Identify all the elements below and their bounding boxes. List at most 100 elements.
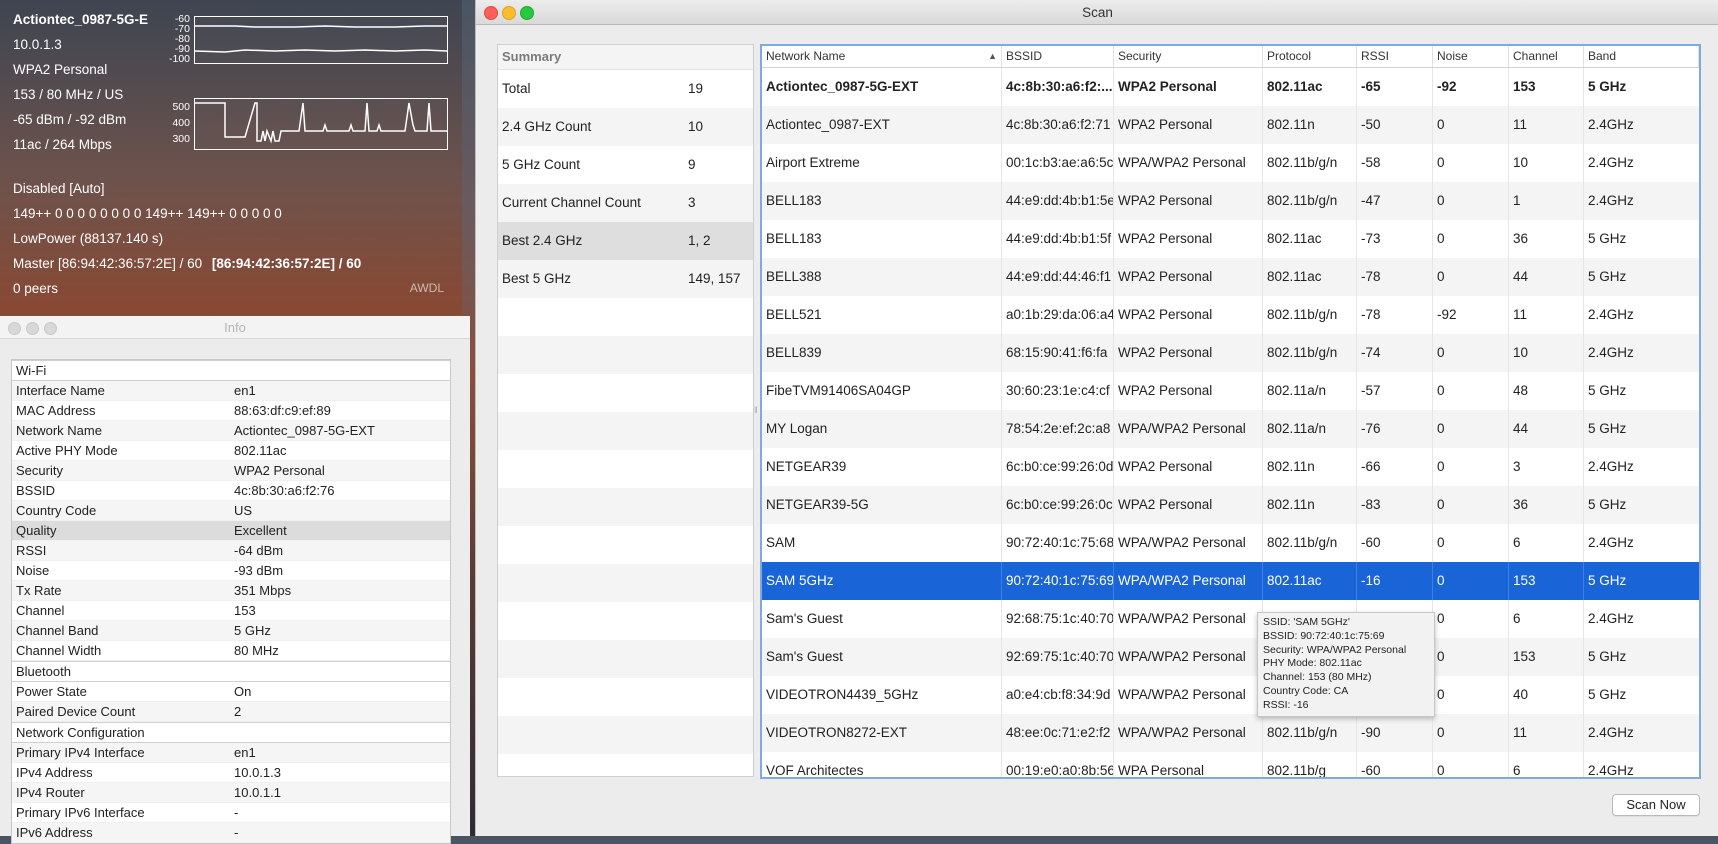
summary-row[interactable]: 5 GHz Count 9 (498, 146, 753, 184)
column-header-protocol[interactable]: Protocol (1263, 46, 1357, 67)
cell-security: WPA/WPA2 Personal (1114, 144, 1263, 182)
column-header-band[interactable]: Band (1584, 46, 1699, 67)
column-header-rssi[interactable]: RSSI (1357, 46, 1433, 67)
column-header-security[interactable]: Security (1114, 46, 1263, 67)
cell-channel: 40 (1509, 676, 1584, 714)
network-row[interactable]: BELL521 a0:1b:29:da:06:a4 WPA2 Personal 802… (762, 296, 1699, 334)
cell-noise: 0 (1433, 144, 1509, 182)
info-row[interactable]: Network Name Actiontec_0987-5G-EXT (12, 421, 450, 441)
info-row[interactable]: BSSID 4c:8b:30:a6:f2:76 (12, 481, 450, 501)
cell-network-name: Sam's Guest (762, 638, 1002, 676)
info-row[interactable]: MAC Address 88:63:df:c9:ef:89 (12, 401, 450, 421)
info-group-header[interactable]: Network Configuration (12, 722, 450, 743)
column-header-noise[interactable]: Noise (1433, 46, 1509, 67)
info-key: RSSI (16, 543, 47, 558)
cell-network-name: Actiontec_0987-EXT (762, 106, 1002, 144)
cell-protocol: 802.11ac (1263, 220, 1357, 258)
cell-noise: -92 (1433, 296, 1509, 334)
network-row[interactable]: BELL839 68:15:90:41:f6:fa WPA2 Personal 802… (762, 334, 1699, 372)
summary-empty-row (498, 564, 753, 602)
info-row[interactable]: Security WPA2 Personal (12, 461, 450, 481)
network-row[interactable]: BELL183 44:e9:dd:4b:b1:5f WPA2 Personal 802… (762, 220, 1699, 258)
network-row[interactable]: BELL183 44:e9:dd:4b:b1:5e WPA2 Personal 802… (762, 182, 1699, 220)
summary-value: 19 (688, 81, 704, 96)
network-row[interactable]: VOF Architectes 00:19:e0:a0:8b:56 WPA Pers… (762, 752, 1699, 777)
info-group-header[interactable]: Bluetooth (12, 661, 450, 682)
scan-now-button[interactable]: Scan Now (1612, 794, 1700, 816)
network-row[interactable]: MY Logan 78:54:2e:ef:2c:a8 WPA/WPA2 Person… (762, 410, 1699, 448)
network-row[interactable]: Sam's Guest 92:68:75:1c:40:70 WPA/WPA2 Per… (762, 600, 1699, 638)
column-header-label: Band (1588, 49, 1617, 63)
info-row[interactable]: IPv4 Address 10.0.1.3 (12, 763, 450, 783)
cell-bssid: 00:19:e0:a0:8b:56 (1002, 752, 1114, 777)
summary-table[interactable]: Summary Total 19 2.4 GHz Count 10 5 GHz Coun… (497, 44, 754, 777)
summary-row[interactable]: 2.4 GHz Count 10 (498, 108, 753, 146)
summary-row[interactable]: Current Channel Count 3 (498, 184, 753, 222)
summary-row[interactable]: Best 5 GHz 149, 157 (498, 260, 753, 298)
info-row[interactable]: IPv4 Router 10.0.1.1 (12, 783, 450, 803)
info-row[interactable]: Country Code US (12, 501, 450, 521)
info-group-header[interactable]: Wi-Fi (12, 360, 450, 381)
info-row[interactable]: Interface Name en1 (12, 381, 450, 401)
info-row[interactable]: Primary IPv6 Interface - (12, 803, 450, 823)
info-table[interactable]: Wi-Fi Interface Name en1 MAC Address 88:63:d… (11, 359, 451, 844)
network-row[interactable]: NETGEAR39 6c:b0:ce:99:26:0d WPA2 Personal 8… (762, 448, 1699, 486)
cell-channel: 11 (1509, 296, 1584, 334)
cell-security: WPA2 Personal (1114, 220, 1263, 258)
cell-channel: 11 (1509, 714, 1584, 752)
info-row[interactable]: IPv6 Address - (12, 823, 450, 843)
info-row[interactable]: Active PHY Mode 802.11ac (12, 441, 450, 461)
column-header-bssid[interactable]: BSSID (1002, 46, 1114, 67)
network-row[interactable]: VIDEOTRON8272-EXT 48:ee:0c:71:e2:f2 WPA/WP… (762, 714, 1699, 752)
cell-protocol: 802.11ac (1263, 258, 1357, 296)
cell-network-name: SAM 5GHz (762, 562, 1002, 600)
column-header-channel[interactable]: Channel (1509, 46, 1584, 67)
scan-titlebar[interactable]: Scan (476, 0, 1718, 25)
network-row[interactable]: Sam's Guest 92:69:75:1c:40:70 WPA/WPA2 Per… (762, 638, 1699, 676)
info-row[interactable]: RSSI -64 dBm (12, 541, 450, 561)
cell-network-name: VIDEOTRON4439_5GHz (762, 676, 1002, 714)
network-row[interactable]: FibeTVM91406SA04GP 30:60:23:1e:c4:cf WPA2 … (762, 372, 1699, 410)
cell-protocol: 802.11a/n (1263, 372, 1357, 410)
network-row[interactable]: SAM 90:72:40:1c:75:68 WPA/WPA2 Personal 802… (762, 524, 1699, 562)
summary-key: Current Channel Count (502, 195, 641, 210)
cell-bssid: 92:68:75:1c:40:70 (1002, 600, 1114, 638)
network-row[interactable]: Airport Extreme 00:1c:b3:ae:a6:5c WPA/WPA2… (762, 144, 1699, 182)
network-row[interactable]: NETGEAR39-5G 6c:b0:ce:99:26:0c WPA2 Person… (762, 486, 1699, 524)
info-value: 5 GHz (234, 623, 271, 638)
network-table[interactable]: Network Name ▲ BSSID Security Protocol RSSI No… (760, 44, 1701, 779)
cell-rssi: -65 (1357, 68, 1433, 106)
network-row[interactable]: Actiontec_0987-EXT 4c:8b:30:a6:f2:71 WPA2 … (762, 106, 1699, 144)
info-value: WPA2 Personal (234, 463, 325, 478)
tooltip-line: RSSI: -16 (1263, 698, 1309, 711)
cell-security: WPA2 Personal (1114, 296, 1263, 334)
summary-row[interactable]: Total 19 (498, 70, 753, 108)
cell-band: 2.4GHz (1588, 193, 1634, 208)
info-key: IPv4 Address (16, 765, 93, 780)
info-row[interactable]: Quality Excellent (12, 521, 450, 541)
network-row[interactable]: SAM 5GHz 90:72:40:1c:75:69 WPA/WPA2 Person… (762, 562, 1699, 600)
column-header-label: Protocol (1267, 49, 1312, 63)
info-row[interactable]: Channel 153 (12, 601, 450, 621)
splitter-handle[interactable]: ‖ (754, 405, 758, 415)
network-row[interactable]: VIDEOTRON4439_5GHz a0:e4:cb:f8:34:9d WPA/W… (762, 676, 1699, 714)
summary-row[interactable]: Best 2.4 GHz 1, 2 (498, 222, 753, 260)
cell-channel: 36 (1509, 486, 1584, 524)
cell-security: WPA2 Personal (1114, 372, 1263, 410)
network-row[interactable]: BELL388 44:e9:dd:44:46:f1 WPA2 Personal 802… (762, 258, 1699, 296)
info-row[interactable]: Channel Band 5 GHz (12, 621, 450, 641)
info-row[interactable]: Primary IPv4 Interface en1 (12, 743, 450, 763)
info-row[interactable]: Noise -93 dBm (12, 561, 450, 581)
info-row[interactable]: Tx Rate 351 Mbps (12, 581, 450, 601)
info-titlebar[interactable]: Info (0, 316, 470, 339)
cell-noise: 0 (1433, 220, 1509, 258)
summary-value: 9 (688, 157, 696, 172)
info-row[interactable]: Power State On (12, 682, 450, 702)
column-header-network-name[interactable]: Network Name ▲ (762, 46, 1002, 67)
info-row[interactable]: Paired Device Count 2 (12, 702, 450, 722)
cell-protocol: 802.11ac (1263, 562, 1357, 600)
info-key: Quality (16, 523, 57, 538)
network-row[interactable]: Actiontec_0987-5G-EXT 4c:8b:30:a6:f2:... W… (762, 68, 1699, 106)
summary-value: 149, 157 (688, 271, 741, 286)
info-row[interactable]: Channel Width 80 MHz (12, 641, 450, 661)
